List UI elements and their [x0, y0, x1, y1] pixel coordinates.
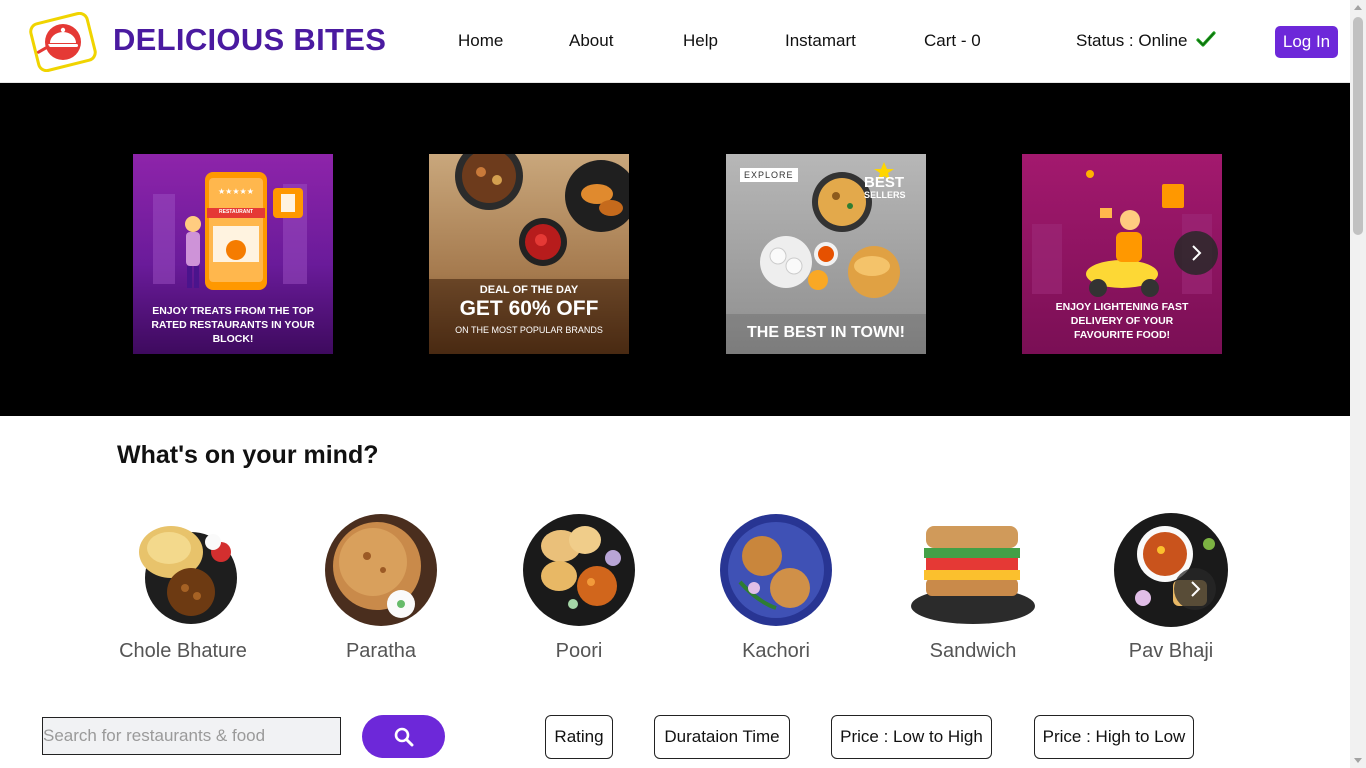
chole-bhature-image [125, 512, 241, 628]
section-title: What's on your mind? [117, 441, 379, 469]
dish-pav-bhaji[interactable]: Pav Bhaji [1101, 512, 1241, 663]
dish-paratha[interactable]: Paratha [311, 512, 451, 663]
login-button[interactable]: Log In [1275, 26, 1338, 58]
search-button[interactable] [362, 715, 445, 758]
filter-price-low-high-button[interactable]: Price : Low to High [831, 715, 992, 759]
offer-text: ENJOY TREATS FROM THE TOP RATED RESTAURA… [151, 305, 315, 345]
dish-label: Sandwich [929, 640, 1017, 662]
offer-text: ENJOY LIGHTENING FAST DELIVERY OF YOUR F… [1055, 301, 1189, 341]
scroll-up-icon[interactable] [1354, 5, 1362, 10]
nav-cart[interactable]: Cart - 0 [924, 31, 981, 51]
scroll-down-icon[interactable] [1354, 758, 1362, 763]
dishes-next-button[interactable] [1174, 568, 1216, 610]
sandwich-image [911, 512, 1035, 628]
filter-rating-button[interactable]: Rating [545, 715, 613, 759]
carousel-next-button[interactable] [1174, 231, 1218, 275]
chevron-right-icon [1191, 581, 1201, 597]
rating-stars: ★★★★★ [218, 187, 254, 196]
dish-label: Kachori [742, 640, 810, 662]
status-label: Status : Online [1076, 31, 1188, 50]
food-bowls-illustration [429, 154, 629, 354]
deal-subtitle: ON THE MOST POPULAR BRANDS [455, 325, 603, 335]
nav-about[interactable]: About [569, 31, 613, 51]
best-badge: BEST [864, 174, 905, 191]
nav-help[interactable]: Help [683, 31, 718, 51]
offer-card-best-sellers[interactable]: EXPLORE BEST SELLERS THE BEST IN TOWN! [726, 154, 926, 354]
dish-label: Pav Bhaji [1128, 640, 1214, 662]
filter-price-high-low-button[interactable]: Price : High to Low [1034, 715, 1194, 759]
dish-poori[interactable]: Poori [509, 512, 649, 663]
online-status: Status : Online [1076, 31, 1216, 54]
offers-carousel: ★★★★★ RESTAURANT ENJOY TREATS FROM THE T… [0, 83, 1350, 416]
dish-kachori[interactable]: Kachori [706, 512, 846, 663]
brand-name: DELICIOUS BITES [113, 22, 387, 57]
dish-chole-bhature[interactable]: Chole Bhature [113, 512, 253, 663]
dish-sandwich[interactable]: Sandwich [903, 512, 1043, 663]
restaurant-sign: RESTAURANT [219, 209, 254, 215]
offer-text: THE BEST IN TOWN! [747, 324, 905, 341]
page-scrollbar[interactable] [1350, 0, 1366, 768]
filter-duration-button[interactable]: Durataion Time [654, 715, 790, 759]
header: DELICIOUS BITES Home About Help Instamar… [0, 0, 1350, 83]
sellers-badge: SELLERS [864, 190, 906, 200]
dish-label: Paratha [345, 640, 417, 662]
scroll-thumb[interactable] [1353, 17, 1363, 235]
paratha-image [323, 512, 439, 628]
nav-home[interactable]: Home [458, 31, 503, 51]
discount-text: GET 60% OFF [459, 297, 599, 320]
deal-title: DEAL OF THE DAY [479, 284, 579, 296]
nav-instamart[interactable]: Instamart [785, 31, 856, 51]
search-input[interactable] [42, 717, 341, 755]
offer-card-deal-of-day[interactable]: DEAL OF THE DAY GET 60% OFF ON THE MOST … [429, 154, 629, 354]
check-icon [1196, 31, 1216, 54]
dish-label: Chole Bhature [119, 640, 247, 662]
poori-image [521, 512, 637, 628]
pav-bhaji-image [1113, 512, 1229, 628]
logo-icon[interactable] [28, 11, 98, 73]
search-icon [394, 727, 413, 746]
explore-tag: EXPLORE [740, 168, 798, 182]
kachori-image [718, 512, 834, 628]
chevron-right-icon [1192, 245, 1202, 261]
dish-label: Poori [555, 640, 603, 662]
offer-card-top-rated[interactable]: ★★★★★ RESTAURANT ENJOY TREATS FROM THE T… [133, 154, 333, 354]
